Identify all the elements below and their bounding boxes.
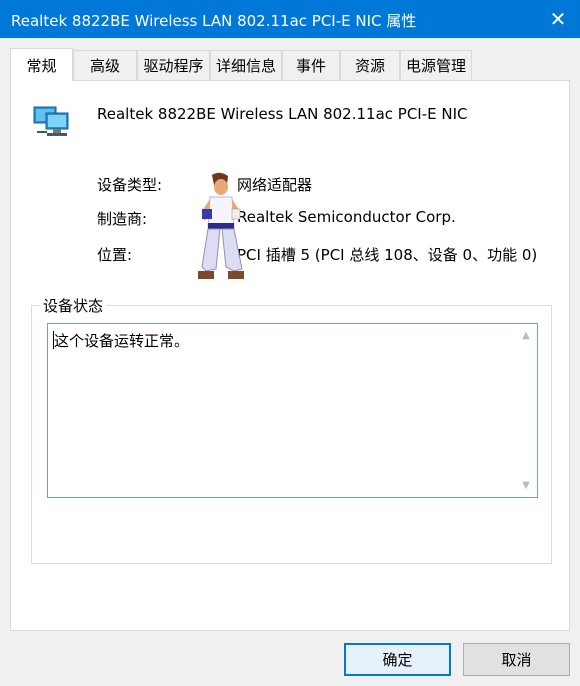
cancel-button[interactable]: 取消 bbox=[463, 643, 570, 676]
tab-details[interactable]: 详细信息 bbox=[210, 50, 282, 80]
properties-dialog: Realtek 8822BE Wireless LAN 802.11ac PCI… bbox=[0, 0, 580, 686]
window-title: Realtek 8822BE Wireless LAN 802.11ac PCI… bbox=[11, 12, 417, 30]
close-icon[interactable]: ✕ bbox=[536, 0, 580, 38]
device-type-label: 设备类型: bbox=[97, 176, 163, 194]
device-status-group: 设备状态 这个设备运转正常。 ▲ ▼ bbox=[31, 295, 552, 564]
tab-power-management[interactable]: 电源管理 bbox=[400, 50, 472, 80]
manufacturer-value: Realtek Semiconductor Corp. bbox=[237, 208, 456, 226]
character-sprite-image bbox=[198, 172, 244, 279]
general-tab-panel: Realtek 8822BE Wireless LAN 802.11ac PCI… bbox=[10, 80, 570, 631]
device-status-text: 这个设备运转正常。 bbox=[54, 332, 190, 350]
tab-driver[interactable]: 驱动程序 bbox=[137, 50, 210, 80]
title-bar[interactable]: Realtek 8822BE Wireless LAN 802.11ac PCI… bbox=[0, 0, 580, 38]
scroll-up-arrow-icon[interactable]: ▲ bbox=[520, 331, 532, 341]
ok-button[interactable]: 确定 bbox=[344, 643, 451, 676]
device-status-textbox[interactable]: 这个设备运转正常。 ▲ ▼ bbox=[47, 323, 538, 498]
device-type-value: 网络适配器 bbox=[237, 176, 313, 194]
tab-advanced[interactable]: 高级 bbox=[73, 50, 137, 80]
device-status-title: 设备状态 bbox=[40, 295, 107, 316]
scroll-down-arrow-icon[interactable]: ▼ bbox=[520, 481, 532, 491]
tab-resources[interactable]: 资源 bbox=[340, 50, 400, 80]
tab-events[interactable]: 事件 bbox=[282, 50, 340, 80]
tab-strip: 常规 高级 驱动程序 详细信息 事件 资源 电源管理 bbox=[10, 48, 570, 81]
location-label: 位置: bbox=[97, 246, 133, 264]
location-value: PCI 插槽 5 (PCI 总线 108、设备 0、功能 0) bbox=[237, 246, 538, 264]
tab-general[interactable]: 常规 bbox=[10, 48, 73, 81]
manufacturer-label: 制造商: bbox=[97, 210, 148, 228]
device-name: Realtek 8822BE Wireless LAN 802.11ac PCI… bbox=[97, 105, 468, 123]
network-adapter-icon bbox=[33, 106, 69, 136]
